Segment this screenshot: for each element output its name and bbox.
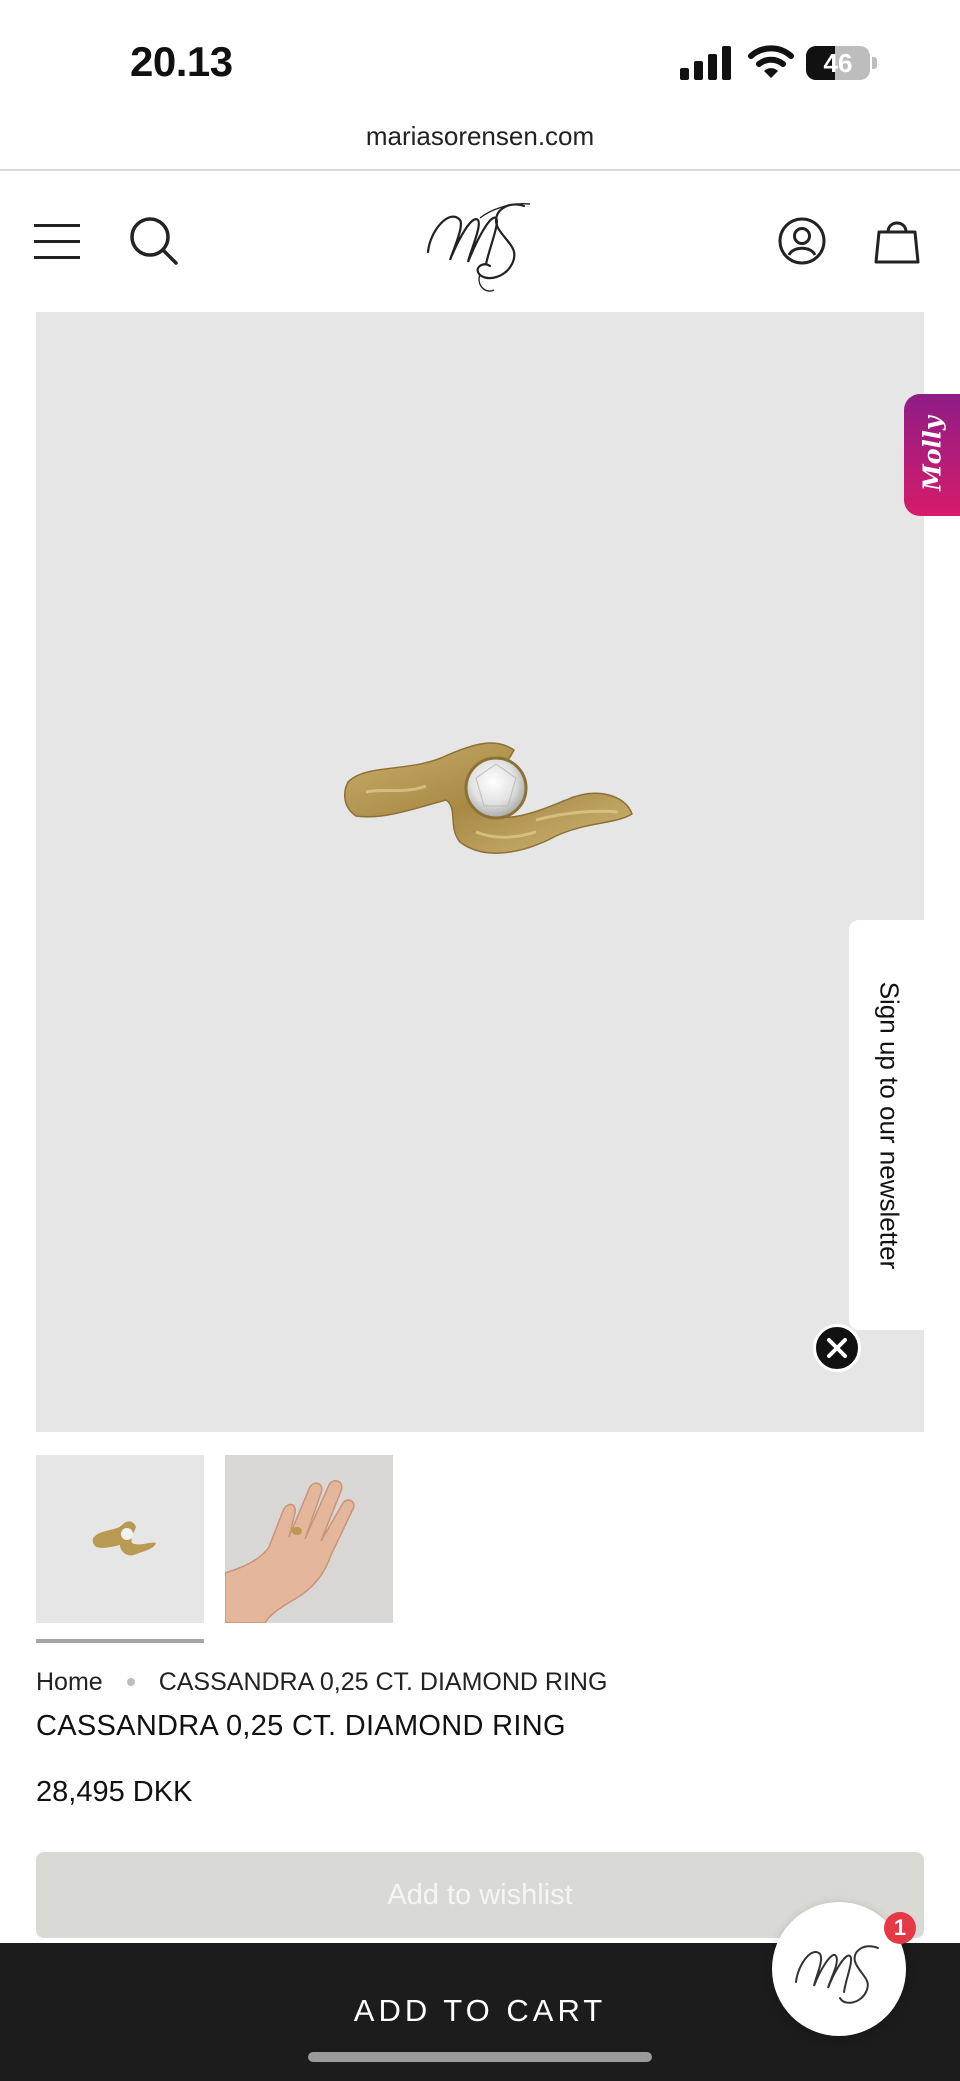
wifi-icon [748, 45, 794, 78]
chat-notification-badge: 1 [884, 1912, 916, 1944]
shopping-bag-icon[interactable] [873, 214, 921, 266]
home-indicator [308, 2052, 652, 2062]
ring-thumbnail-image [92, 1521, 156, 1556]
breadcrumb-home[interactable]: Home [36, 1668, 103, 1697]
battery-indicator: 46 [806, 46, 878, 82]
status-time: 20.13 [130, 38, 233, 85]
molly-tab[interactable]: Molly [904, 394, 960, 516]
url-divider [0, 169, 960, 171]
url-bar[interactable]: mariasorensen.com [0, 112, 960, 168]
product-thumbnail-hand[interactable] [225, 1455, 393, 1623]
ring-image [343, 742, 633, 854]
product-thumbnail-ring[interactable] [36, 1455, 204, 1623]
account-icon[interactable] [777, 216, 827, 266]
breadcrumb-separator [126, 1678, 135, 1686]
close-icon[interactable] [813, 1324, 861, 1372]
cellular-signal-icon [680, 46, 731, 80]
search-icon[interactable] [128, 215, 180, 267]
molly-label: Molly [917, 416, 947, 491]
newsletter-label: Sign up to our newsletter [874, 981, 905, 1270]
battery-level: 46 [823, 48, 853, 78]
breadcrumb-current: CASSANDRA 0,25 CT. DIAMOND RING [158, 1667, 608, 1696]
ms-monogram-logo[interactable] [420, 190, 540, 300]
newsletter-signup-tab[interactable]: Sign up to our newsletter [849, 920, 924, 1330]
product-price: 28,495 DKK [36, 1776, 193, 1808]
hamburger-menu-icon[interactable] [34, 222, 80, 262]
product-main-image[interactable] [36, 312, 924, 1432]
breadcrumb: Home CASSANDRA 0,25 CT. DIAMOND RING [36, 1664, 607, 1700]
hand-thumbnail-image [225, 1455, 393, 1623]
product-title: CASSANDRA 0,25 CT. DIAMOND RING [36, 1710, 566, 1742]
active-thumbnail-indicator [36, 1639, 204, 1643]
